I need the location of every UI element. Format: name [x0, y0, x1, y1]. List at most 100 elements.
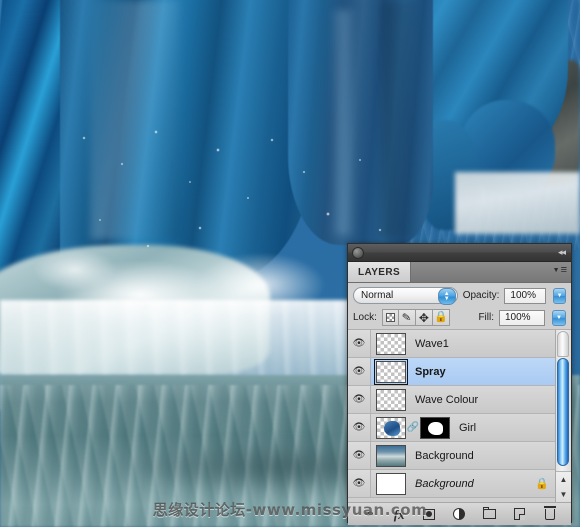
lock-all-button[interactable]: 🔒 [432, 309, 450, 326]
scrollbar-track-top [557, 331, 569, 357]
layer-name: Spray [415, 365, 446, 378]
collapse-double-arrow-icon[interactable]: ◂◂ [558, 248, 567, 257]
panel-menu-triangle-icon: ▼ [552, 267, 560, 274]
layer-thumbnail[interactable] [374, 358, 408, 385]
fabric-center-drape [288, 0, 433, 245]
layers-scrollbar[interactable]: ▲ ▼ [555, 330, 571, 502]
blend-mode-value: Normal [361, 290, 394, 301]
layer-name: Girl [459, 421, 477, 434]
scrollbar-track[interactable] [556, 330, 571, 471]
fabric-center-shadow [382, 0, 422, 240]
tab-layers[interactable]: LAYERS [348, 262, 412, 282]
table-row[interactable]: 👁 Wave1 [348, 330, 571, 358]
foam-top-right [455, 172, 580, 234]
layers-panel[interactable]: ◂◂ LAYERS ▼ ≡ Normal ▲ ▼ Opacity: 100% ▼… [347, 243, 572, 525]
layer-visibility-toggle[interactable]: 👁 [348, 442, 371, 469]
chevron-down-icon: ▼ [556, 292, 563, 299]
opacity-input[interactable]: 100% [504, 287, 547, 304]
lock-transparent-pixels-button[interactable] [381, 309, 399, 326]
fill-input[interactable]: 100% [499, 309, 545, 326]
eye-icon: 👁 [352, 422, 366, 433]
eye-icon: 👁 [352, 478, 366, 489]
table-row[interactable]: 👁 Spray [348, 358, 571, 386]
panel-titlebar[interactable]: ◂◂ [348, 244, 571, 262]
mask-link-icon[interactable]: 🔗 [407, 422, 419, 433]
eye-icon: 👁 [352, 450, 366, 461]
table-row[interactable]: 👁 Background 🔒 [348, 470, 571, 498]
layer-style-button[interactable]: fx [390, 506, 408, 522]
fabric-main-drape [60, 0, 310, 286]
fabric-right-tail [420, 120, 480, 230]
new-adjustment-layer-button[interactable] [450, 506, 468, 522]
new-group-button[interactable] [481, 506, 499, 522]
layer-visibility-toggle[interactable]: 👁 [348, 386, 371, 413]
mask-shape [428, 421, 443, 435]
eye-icon: 👁 [352, 366, 366, 377]
opacity-label: Opacity: [462, 290, 500, 301]
folder-icon [482, 506, 497, 519]
fabric-right-wing [418, 0, 568, 168]
layer-list[interactable]: 👁 Wave1 👁 Spray 👁 Wave Colour 👁 🔗 Girl 👁… [348, 330, 571, 502]
panel-menu-bars-icon: ≡ [560, 264, 567, 276]
table-row[interactable]: 👁 🔗 Girl [348, 414, 571, 442]
layer-locked-icon: 🔒 [535, 478, 549, 490]
opacity-value: 100% [510, 290, 536, 301]
move-cross-icon: ✥ [418, 310, 429, 325]
panel-tabstrip[interactable]: LAYERS ▼ ≡ [348, 262, 571, 283]
lock-button-group: ✎ ✥ 🔒 [381, 309, 450, 326]
layer-visibility-toggle[interactable]: 👁 [348, 358, 371, 385]
checker-square-icon [385, 313, 395, 322]
layer-thumbnail[interactable] [376, 416, 406, 439]
add-layer-mask-button[interactable] [420, 506, 438, 522]
wave-crest [0, 245, 270, 375]
mask-icon [423, 508, 436, 520]
new-layer-button[interactable] [511, 506, 529, 522]
scroll-up-icon[interactable]: ▲ [560, 475, 568, 484]
fabric-left-column [0, 0, 133, 284]
wave-spray [20, 235, 350, 360]
water-ripple-texture [380, 0, 580, 250]
table-row[interactable]: 👁 Background [348, 442, 571, 470]
lock-position-button[interactable]: ✥ [415, 309, 433, 326]
fabric-right-lobe [460, 100, 555, 195]
layer-visibility-toggle[interactable]: 👁 [348, 414, 371, 441]
layer-mask-thumbnail[interactable] [420, 416, 450, 439]
table-row[interactable]: 👁 Wave Colour [348, 386, 571, 414]
blend-mode-select[interactable]: Normal ▲ ▼ [353, 287, 458, 305]
layers-bottom-toolbar: ⚭ fx [348, 502, 571, 525]
layer-thumbnail[interactable] [376, 388, 406, 411]
fill-value: 100% [505, 312, 531, 323]
layer-visibility-toggle[interactable]: 👁 [348, 470, 371, 497]
lock-icon: 🔒 [434, 311, 448, 323]
fabric-center-fold [330, 10, 356, 235]
layer-visibility-toggle[interactable]: 👁 [348, 330, 371, 357]
panel-controls: Normal ▲ ▼ Opacity: 100% ▼ Lock: ✎ ✥ 🔒 F… [348, 283, 571, 330]
fabric-main-sheen [90, 0, 180, 240]
layer-name: Wave1 [415, 337, 449, 350]
thumbnail-content-shape [384, 420, 400, 436]
water-droplets [60, 120, 390, 270]
panel-dot-icon[interactable] [352, 246, 364, 259]
layer-name: Background [415, 477, 474, 490]
fill-stepper-icon[interactable]: ▼ [552, 309, 566, 326]
chevron-down-icon: ▼ [556, 314, 562, 321]
layer-name: Wave Colour [415, 393, 479, 406]
blend-mode-stepper-icon[interactable]: ▲ ▼ [437, 288, 456, 305]
new-layer-icon [514, 508, 526, 520]
layer-thumbnail[interactable] [376, 472, 406, 495]
tab-layers-label: LAYERS [358, 266, 401, 278]
fill-label: Fill: [478, 312, 494, 323]
scrollbar-thumb[interactable] [557, 358, 569, 466]
trash-icon [543, 505, 556, 520]
opacity-stepper-icon[interactable]: ▼ [553, 287, 566, 304]
eye-icon: 👁 [352, 338, 366, 349]
panel-menu-icon[interactable]: ▼ ≡ [553, 265, 567, 276]
link-layers-button[interactable]: ⚭ [357, 506, 380, 522]
lock-image-pixels-button[interactable]: ✎ [398, 309, 416, 326]
layer-thumbnail[interactable] [376, 444, 406, 467]
half-circle-icon [453, 508, 466, 520]
scroll-down-icon[interactable]: ▼ [560, 490, 568, 499]
layer-thumbnail[interactable] [376, 332, 406, 355]
scrollbar-arrows[interactable]: ▲ ▼ [556, 471, 571, 502]
delete-layer-button[interactable] [541, 505, 559, 522]
